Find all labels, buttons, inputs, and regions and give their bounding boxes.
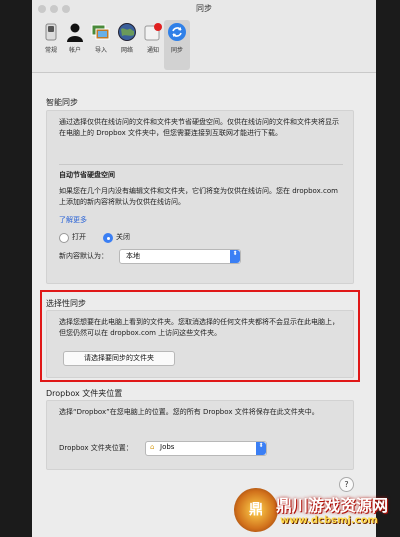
auto-save-space-description: 如果您在几个月内没有编辑文件和文件夹，它们将变为仅供在线访问。您在 dropbo… <box>59 187 338 206</box>
tab-sync-label: 同步 <box>170 47 183 54</box>
tab-sync[interactable]: 同步 <box>164 20 190 70</box>
globe-icon <box>117 22 137 42</box>
notification-icon <box>143 22 163 42</box>
watermark: 鼎 鼎川游戏资源网 www.dcbsmj.com <box>234 488 400 537</box>
learn-more-link[interactable]: 了解更多 <box>59 215 87 226</box>
smart-sync-title: 智能同步 <box>46 98 78 107</box>
close-window-button[interactable] <box>38 5 46 13</box>
sync-icon <box>167 22 187 42</box>
watermark-url: www.dcbsmj.com <box>280 515 378 526</box>
home-icon: ⌂ <box>150 443 155 451</box>
radio-off[interactable] <box>103 233 113 243</box>
default-content-select[interactable]: 本地 ⬍ <box>119 249 241 264</box>
switch-icon <box>41 22 61 42</box>
folder-location-description: 选择“Dropbox”在您电脑上的位置。您的所有 Dropbox 文件将保存在此… <box>59 408 319 416</box>
minimize-window-button[interactable] <box>50 5 58 13</box>
auto-save-space-title: 自动节省硬盘空间 <box>59 171 115 179</box>
tab-network-label: 网络 <box>120 47 133 54</box>
folder-location-panel: 选择“Dropbox”在您电脑上的位置。您的所有 Dropbox 文件将保存在此… <box>46 400 354 470</box>
title-bar: 同步 <box>32 0 376 18</box>
preferences-toolbar: 常规 帐户 导入 网络 通知 同步 <box>32 18 376 73</box>
radio-on[interactable] <box>59 233 69 243</box>
watermark-name: 鼎川游戏资源网 <box>276 496 389 515</box>
folder-location-select[interactable]: ⌂ Jobs ⬍ <box>145 441 267 456</box>
tab-notifications-label: 通知 <box>146 47 159 54</box>
window-title: 同步 <box>196 4 212 13</box>
tab-general-label: 常规 <box>44 47 57 54</box>
default-content-value: 本地 <box>126 252 140 260</box>
tab-account[interactable]: 帐户 <box>62 20 88 70</box>
tab-general[interactable]: 常规 <box>38 20 64 70</box>
tab-network[interactable]: 网络 <box>114 20 140 70</box>
tab-notifications[interactable]: 通知 <box>140 20 166 70</box>
smart-sync-description: 通过选择仅供在线访问的文件和文件夹节省硬盘空间。仅供在线访问的文件和文件夹将显示… <box>59 118 339 137</box>
tab-import[interactable]: 导入 <box>88 20 114 70</box>
tab-account-label: 帐户 <box>68 47 81 54</box>
folder-location-title: Dropbox 文件夹位置 <box>46 389 123 398</box>
highlight-box <box>40 290 360 382</box>
person-icon <box>65 22 85 42</box>
radio-off-label: 关闭 <box>116 233 130 241</box>
folder-location-label: Dropbox 文件夹位置： <box>59 444 133 452</box>
preferences-window: 同步 常规 帐户 导入 网络 通知 同步 智能同步 通过选择仅供在线访问的文件和… <box>32 0 376 537</box>
smart-sync-panel: 通过选择仅供在线访问的文件和文件夹节省硬盘空间。仅供在线访问的文件和文件夹将显示… <box>46 110 354 284</box>
watermark-emblem: 鼎 <box>234 488 278 532</box>
zoom-window-button[interactable] <box>62 5 70 13</box>
folder-location-value: Jobs <box>160 443 175 451</box>
radio-on-label: 打开 <box>72 233 86 241</box>
tab-import-label: 导入 <box>94 47 107 54</box>
photos-icon <box>91 22 111 42</box>
default-content-label: 新内容默认为： <box>59 252 108 260</box>
chevron-updown-icon: ⬍ <box>256 442 266 455</box>
divider <box>59 164 343 165</box>
chevron-updown-icon: ⬍ <box>230 250 240 263</box>
